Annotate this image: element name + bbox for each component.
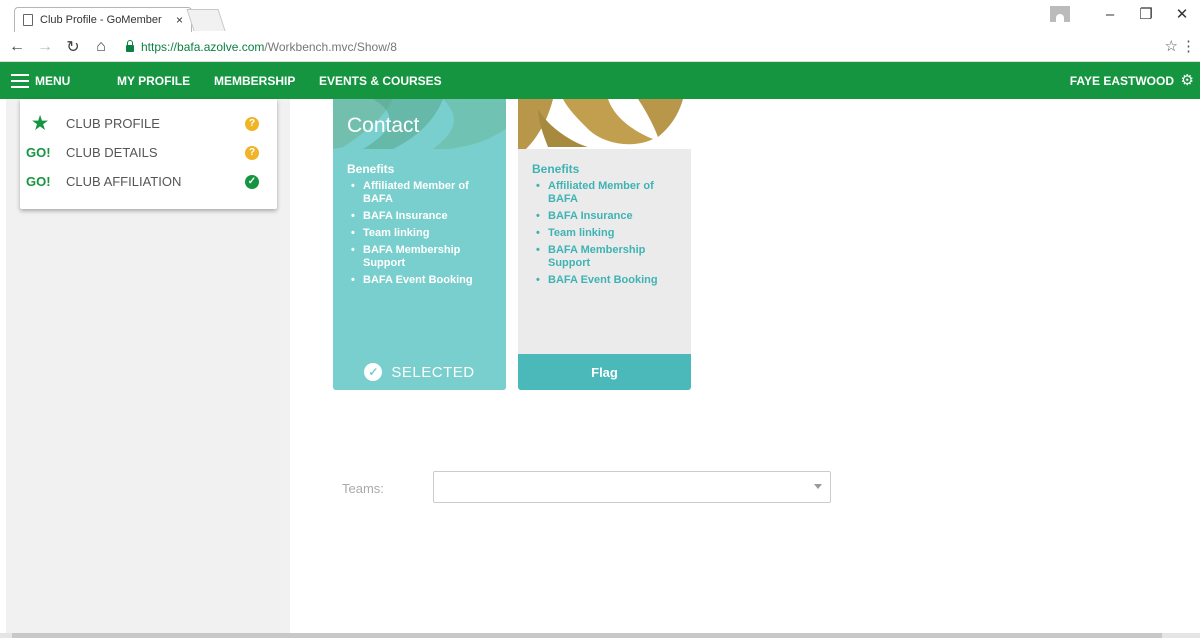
page-icon: [23, 14, 33, 26]
horizontal-scrollbar[interactable]: [0, 633, 1200, 638]
new-tab-button[interactable]: [186, 9, 226, 31]
reload-icon[interactable]: ↻: [62, 37, 84, 57]
step-club-details[interactable]: GO! CLUB DETAILS ?: [20, 138, 277, 167]
step-label: CLUB DETAILS: [66, 145, 158, 160]
restore-button[interactable]: ❐: [1128, 5, 1164, 23]
flag-select-button[interactable]: Flag: [518, 354, 691, 390]
browser-menu-icon[interactable]: ⋮: [1181, 37, 1196, 55]
benefit-item: BAFA Membership Support: [349, 244, 497, 270]
go-icon: GO!: [26, 174, 51, 189]
step-club-affiliation[interactable]: GO! CLUB AFFILIATION ✓: [20, 167, 277, 196]
lock-icon: [126, 39, 134, 52]
back-icon[interactable]: ←: [6, 38, 28, 56]
app-header: MENU MY PROFILE MEMBERSHIP EVENTS & COUR…: [0, 62, 1200, 99]
url-host: https://bafa.azolve.com: [141, 39, 265, 54]
go-icon: GO!: [26, 145, 51, 160]
check-icon: ✓: [364, 363, 383, 381]
user-name[interactable]: FAYE EASTWOOD: [1070, 74, 1174, 88]
benefit-list: Affiliated Member of BAFA BAFA Insurance…: [347, 180, 497, 287]
url-path: /Workbench.mvc/Show/8: [264, 39, 397, 54]
bookmark-star-icon[interactable]: ☆: [1165, 37, 1178, 55]
benefit-item: BAFA Event Booking: [349, 274, 497, 287]
step-club-profile[interactable]: ★ CLUB PROFILE ?: [20, 109, 277, 138]
address-bar[interactable]: https://bafa.azolve.com/Workbench.mvc/Sh…: [118, 34, 1186, 59]
benefit-item: BAFA Event Booking: [534, 274, 682, 287]
benefit-item: BAFA Insurance: [534, 210, 682, 223]
minimize-button[interactable]: –: [1092, 6, 1128, 23]
benefit-item: Team linking: [534, 227, 682, 240]
warning-status-icon: ?: [245, 116, 259, 131]
gear-icon[interactable]: ⚙: [1181, 71, 1194, 89]
flag-button-label: Flag: [591, 364, 618, 380]
nav-events-courses[interactable]: EVENTS & COURSES: [319, 74, 442, 88]
warning-status-icon: ?: [245, 145, 259, 160]
left-pane: ★ CLUB PROFILE ? GO! CLUB DETAILS ? GO! …: [6, 99, 290, 633]
window-controls: – ❐ ✕: [1050, 0, 1200, 28]
benefits-section: Benefits Affiliated Member of BAFA BAFA …: [347, 162, 497, 291]
benefit-item: BAFA Membership Support: [534, 244, 682, 270]
benefit-list: Affiliated Member of BAFA BAFA Insurance…: [532, 180, 682, 287]
step-label: CLUB AFFILIATION: [66, 174, 182, 189]
plan-card-contact[interactable]: Contact Benefits Affiliated Member of BA…: [333, 99, 506, 390]
browser-tab[interactable]: Club Profile - GoMember ×: [14, 7, 192, 32]
browser-toolbar: ← → ↻ ⌂ https://bafa.azolve.com/Workbenc…: [0, 32, 1200, 62]
plan-card-flag[interactable]: Benefits Affiliated Member of BAFA BAFA …: [518, 99, 691, 390]
benefits-heading: Benefits: [532, 162, 580, 176]
benefit-item: Team linking: [349, 227, 497, 240]
step-label: CLUB PROFILE: [66, 116, 160, 131]
selected-label: SELECTED: [391, 363, 475, 381]
forward-icon[interactable]: →: [34, 38, 56, 56]
hamburger-icon: [11, 73, 29, 88]
benefit-item: Affiliated Member of BAFA: [349, 180, 497, 206]
selected-indicator: ✓ SELECTED: [333, 354, 506, 390]
benefits-heading: Benefits: [347, 162, 395, 176]
teams-select[interactable]: [433, 471, 831, 503]
profile-icon[interactable]: [1050, 6, 1070, 22]
benefit-item: BAFA Insurance: [349, 210, 497, 223]
scrollbar-thumb[interactable]: [12, 633, 1162, 638]
tab-close-icon[interactable]: ×: [176, 13, 183, 27]
card-artwork: [518, 99, 691, 149]
menu-label: MENU: [35, 73, 71, 88]
check-status-icon: ✓: [245, 174, 259, 189]
nav-my-profile[interactable]: MY PROFILE: [117, 74, 190, 88]
tab-title: Club Profile - GoMember: [40, 14, 162, 26]
close-window-button[interactable]: ✕: [1164, 5, 1200, 23]
nav-membership[interactable]: MEMBERSHIP: [214, 74, 295, 88]
star-icon: ★: [32, 113, 49, 133]
chevron-down-icon: [814, 484, 822, 489]
home-icon[interactable]: ⌂: [90, 38, 112, 56]
steps-card: ★ CLUB PROFILE ? GO! CLUB DETAILS ? GO! …: [20, 99, 277, 209]
menu-button[interactable]: MENU: [11, 73, 71, 88]
benefits-section: Benefits Affiliated Member of BAFA BAFA …: [532, 162, 682, 291]
browser-tabstrip: Club Profile - GoMember × – ❐ ✕: [0, 0, 1200, 32]
teams-label: Teams:: [342, 481, 384, 496]
plan-title: Contact: [347, 114, 420, 137]
benefit-item: Affiliated Member of BAFA: [534, 180, 682, 206]
